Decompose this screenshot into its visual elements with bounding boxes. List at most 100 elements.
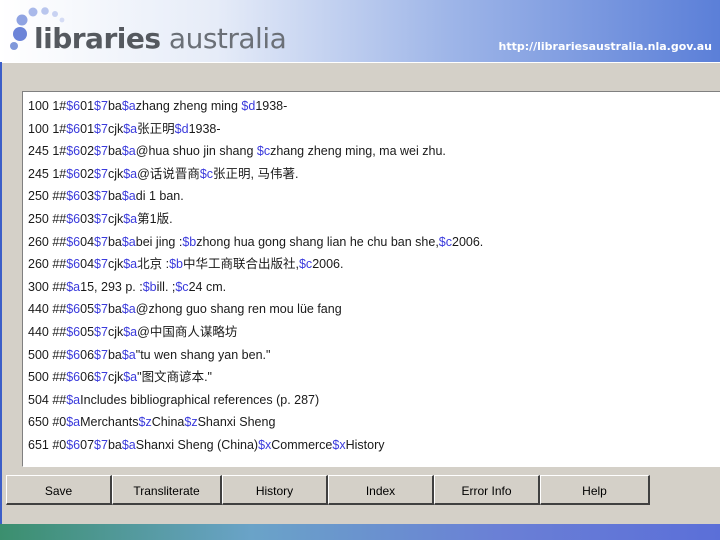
save-button[interactable]: Save (6, 475, 112, 505)
subfield-code: $a (66, 415, 81, 430)
field-text: 04 (80, 234, 95, 249)
subfield-code: $7 (94, 166, 108, 181)
field-text: 05 (80, 302, 95, 317)
field-text: 250 ## (28, 212, 67, 226)
field-text: di 1 ban. (135, 189, 184, 204)
field-text: 06 (80, 347, 95, 362)
marc-field-line[interactable]: 440 ##$605$7cjk$a@中国商人谋略坊 (28, 322, 237, 342)
marc-field-line[interactable]: 100 1#$601$7ba$azhang zheng ming $d1938- (28, 96, 287, 116)
site-url: http://librariesaustralia.nla.gov.au (498, 40, 712, 53)
index-button[interactable]: Index (328, 475, 434, 505)
marc-field-line[interactable]: 100 1#$601$7cjk$a张正明$d1938- (28, 119, 221, 139)
error-info-button[interactable]: Error Info (434, 475, 540, 505)
field-text: 500 ## (28, 370, 67, 385)
field-text: 100 1# (28, 99, 67, 113)
subfield-code: $a (66, 392, 81, 407)
subfield-code: $7 (94, 438, 108, 452)
subfield-code: $c (298, 257, 313, 272)
subfield-code: $6 (66, 234, 81, 249)
field-text: Shanxi Sheng (197, 415, 276, 430)
field-text: History (345, 438, 385, 452)
marc-field-line[interactable]: 245 1#$602$7ba$a@hua shuo jin shang $czh… (28, 141, 446, 161)
subfield-code: $a (121, 189, 136, 204)
marc-field-line[interactable]: 250 ##$603$7ba$adi 1 ban. (28, 186, 184, 206)
subfield-code: $7 (94, 189, 108, 204)
subfield-code: $c (256, 144, 271, 159)
field-text: 05 (80, 325, 95, 339)
field-text: ill. ; (156, 279, 176, 294)
marc-field-line[interactable]: 260 ##$604$7ba$abei jing :$bzhong hua go… (28, 232, 483, 252)
subfield-code: $6 (66, 166, 81, 181)
marc-field-line[interactable]: 245 1#$602$7cjk$a@话说晋商$c张正明, 马伟著. (28, 164, 298, 184)
field-text: ba (107, 347, 122, 362)
field-text: zhong hua gong shang lian he chu ban she… (196, 234, 439, 249)
field-text: 651 #0 (28, 438, 67, 452)
field-text: 02 (80, 144, 95, 159)
subfield-code: $a (123, 370, 138, 385)
subfield-code: $a (123, 325, 138, 339)
field-text: 260 ## (28, 234, 67, 249)
subfield-code: $c (438, 234, 452, 249)
button-toolbar: Save Transliterate History Index Error Info H… (6, 475, 720, 509)
marc-field-line[interactable]: 300 ##$a15, 293 p. :$bill. ;$c24 cm. (28, 277, 226, 297)
field-text: 03 (80, 212, 95, 226)
subfield-code: $7 (94, 325, 108, 339)
logo: libraries australia (34, 22, 287, 55)
field-text: cjk (107, 370, 124, 385)
field-text: @中国商人谋略坊 (137, 325, 238, 339)
marc-field-line[interactable]: 250 ##$603$7cjk$a第1版. (28, 209, 173, 229)
subfield-code: $a (121, 347, 136, 362)
field-text: cjk (107, 212, 124, 226)
field-text: Shanxi Sheng (China) (135, 438, 259, 452)
subfield-code: $6 (66, 438, 81, 452)
subfield-code: $7 (94, 302, 108, 317)
marc-field-line[interactable]: 260 ##$604$7cjk$a北京 :$b中华工商联合出版社,$c2006. (28, 254, 343, 274)
marc-field-line[interactable]: 651 #0$607$7ba$aShanxi Sheng (China)$xCo… (28, 435, 385, 455)
marc-field-line[interactable]: 500 ##$606$7ba$a"tu wen shang yan ben." (28, 345, 270, 365)
field-text: 440 ## (28, 325, 67, 339)
marc-field-line[interactable]: 650 #0$aMerchants$zChina$zShanxi Sheng (28, 412, 275, 432)
field-text: Commerce (271, 438, 333, 452)
subfield-code: $6 (66, 257, 81, 272)
subfield-code: $6 (66, 144, 81, 159)
subfield-code: $7 (94, 144, 108, 159)
field-text: 300 ## (28, 279, 67, 294)
field-text: bei jing : (135, 234, 183, 249)
field-text: "tu wen shang yan ben." (135, 347, 271, 362)
field-text: 01 (80, 99, 95, 113)
subfield-code: $7 (94, 370, 108, 385)
subfield-code: $7 (94, 257, 108, 272)
field-text: 24 cm. (188, 279, 227, 294)
subfield-code: $7 (94, 347, 108, 362)
subfield-code: $a (121, 302, 136, 317)
marc-field-line[interactable]: 504 ##$aIncludes bibliographical referen… (28, 390, 319, 410)
field-text: 1938- (188, 121, 221, 136)
field-text: "图文商谚本." (137, 370, 212, 385)
transliterate-button[interactable]: Transliterate (112, 475, 222, 505)
field-text: 440 ## (28, 302, 67, 317)
field-text: 250 ## (28, 189, 67, 204)
subfield-code: $d (174, 121, 189, 136)
field-text: 02 (80, 166, 95, 181)
help-button[interactable]: Help (540, 475, 650, 505)
subfield-code: $a (123, 166, 138, 181)
subfield-code: $z (138, 415, 152, 430)
field-text: 07 (80, 438, 95, 452)
subfield-code: $6 (66, 302, 81, 317)
field-text: Merchants (80, 415, 139, 430)
history-button[interactable]: History (222, 475, 328, 505)
field-text: 245 1# (28, 144, 67, 159)
field-text: 张正明 (137, 121, 175, 136)
subfield-code: $c (175, 279, 189, 294)
field-text: 第1版. (137, 212, 173, 226)
field-text: @zhong guo shang ren mou lüe fang (135, 302, 342, 317)
subfield-code: $c (199, 166, 214, 181)
subfield-code: $d (241, 99, 256, 113)
subfield-code: $6 (66, 370, 81, 385)
marc-record-panel[interactable]: 100 1#$601$7ba$azhang zheng ming $d1938-… (22, 91, 720, 467)
field-text: ba (107, 144, 122, 159)
marc-field-line[interactable]: 500 ##$606$7cjk$a"图文商谚本." (28, 367, 212, 387)
field-text: 260 ## (28, 257, 67, 272)
subfield-code: $b (142, 279, 157, 294)
marc-field-line[interactable]: 440 ##$605$7ba$a@zhong guo shang ren mou… (28, 299, 342, 319)
